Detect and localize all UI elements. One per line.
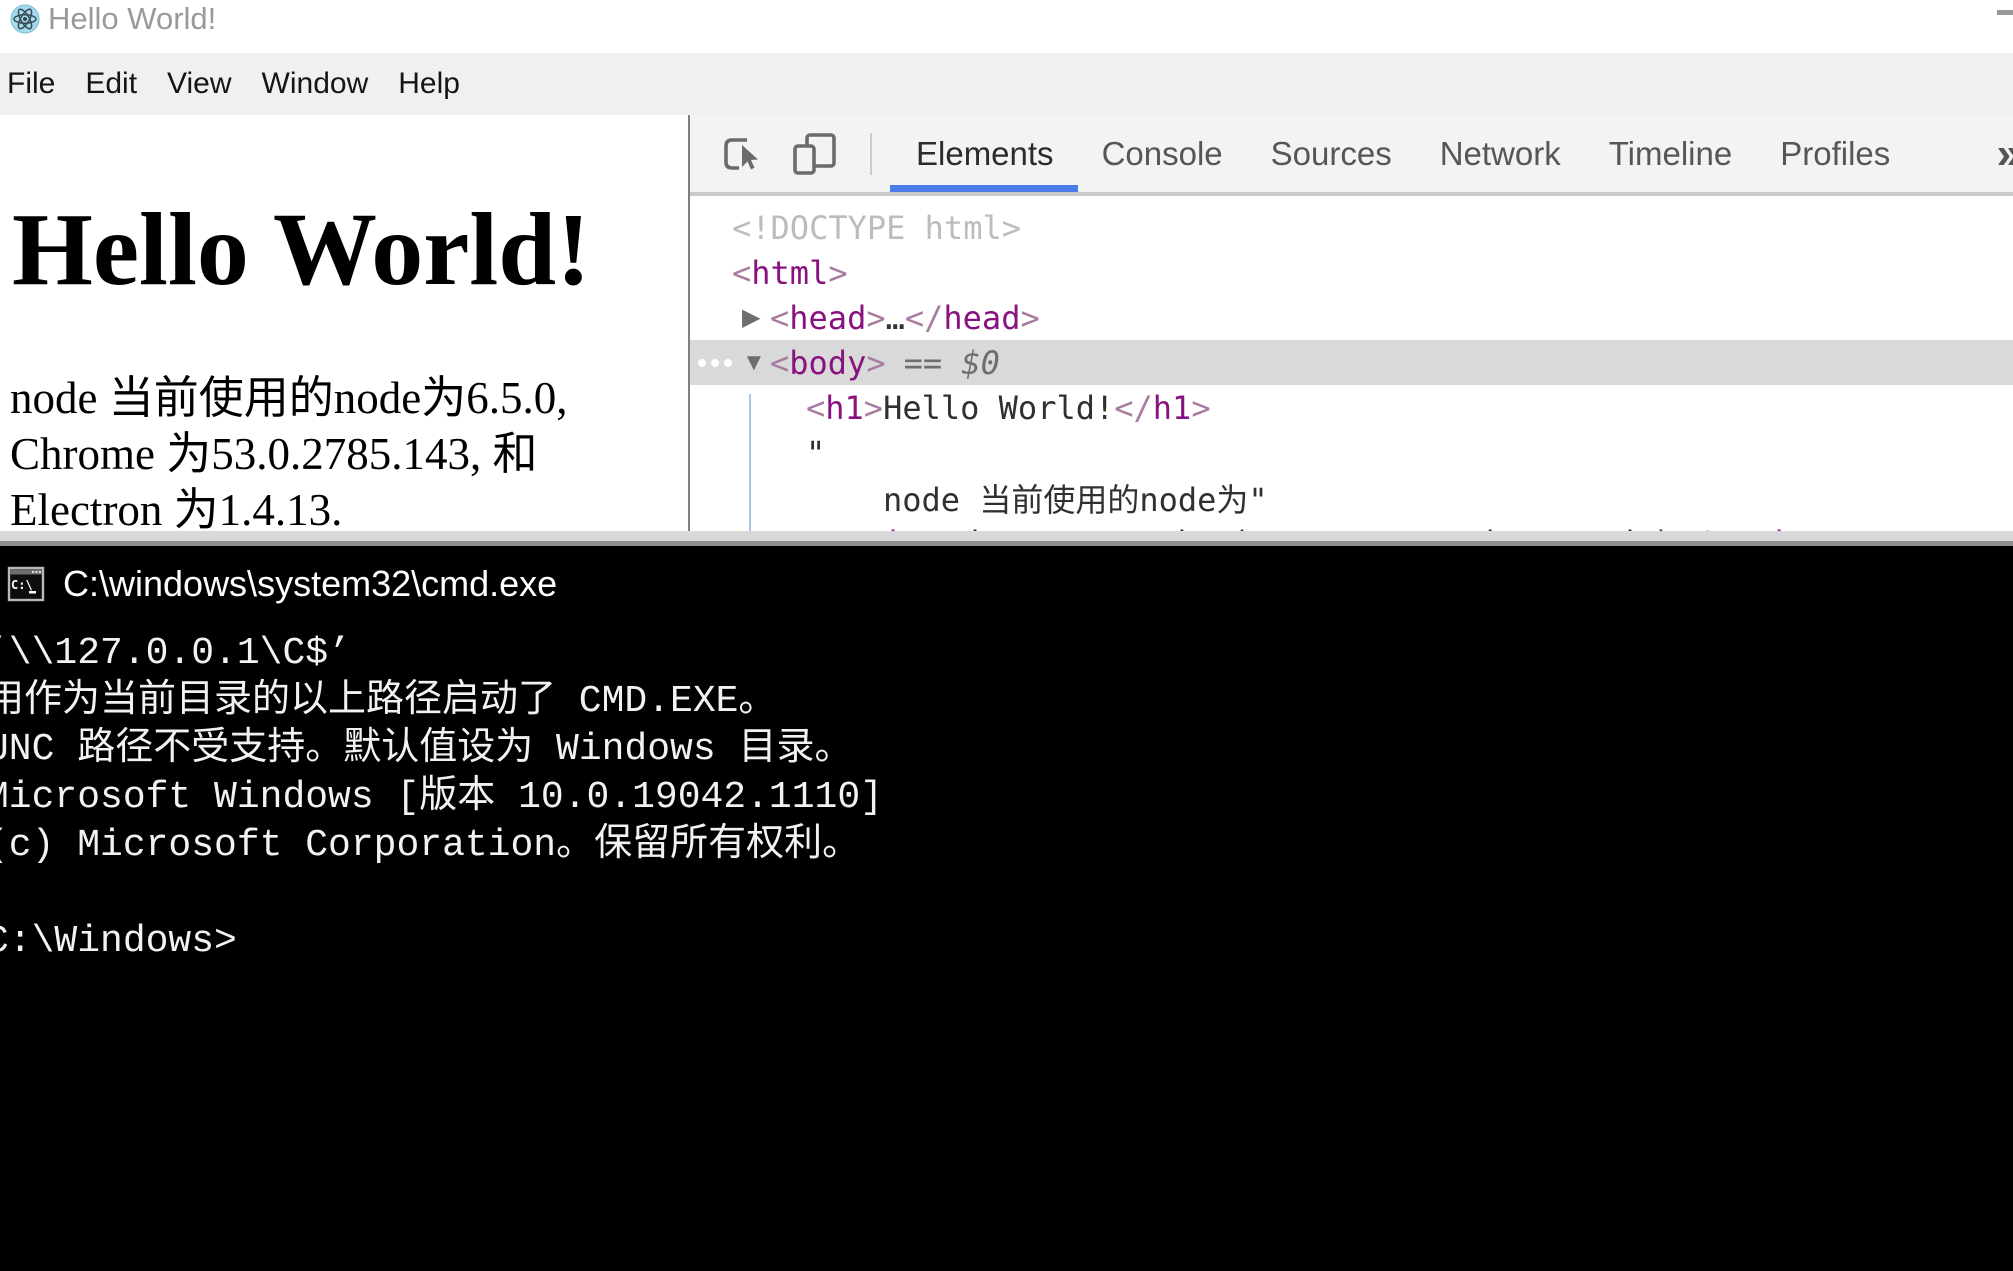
electron-logo-icon (10, 4, 40, 34)
bracket: > (866, 299, 885, 337)
page-heading: Hello World! (0, 115, 688, 304)
tree-row-html[interactable]: <html> (690, 250, 2013, 295)
terminal-line: UNC 路径不受支持。默认值设为 Windows 目录。 (0, 726, 2013, 774)
bracket: </ (1114, 389, 1153, 427)
menu-file[interactable]: File (7, 67, 55, 101)
tag-name: body (789, 344, 866, 382)
tab-network[interactable]: Network (1440, 115, 1561, 192)
menu-view[interactable]: View (167, 67, 231, 101)
inspect-element-button[interactable] (716, 130, 764, 178)
doctype-text: <!DOCTYPE html> (732, 209, 1021, 247)
tree-row-doctype[interactable]: <!DOCTYPE html> (690, 205, 2013, 250)
node-menu-dots-icon[interactable] (698, 359, 732, 367)
menubar: File Edit View Window Help (0, 53, 2013, 115)
tree-row-textnode-quote[interactable]: " (690, 430, 2013, 475)
window-title: Hello World! (48, 2, 216, 36)
tree-row-h1[interactable]: <h1>Hello World!</h1> (690, 385, 2013, 430)
terminal-line: ’\\127.0.0.1\C$’ (0, 630, 2013, 678)
collapse-arrow-icon[interactable]: ▼ (742, 349, 770, 377)
tabs-overflow-icon[interactable]: » (1997, 129, 2013, 179)
bracket: < (770, 344, 789, 382)
bracket: > (864, 389, 883, 427)
elements-tree: <!DOCTYPE html> <html> ▶<head>…</head> ▼… (690, 196, 2013, 546)
menu-help[interactable]: Help (398, 67, 460, 101)
bracket: > (1191, 389, 1210, 427)
window-titlebar: Hello World! (0, 0, 2013, 53)
tab-elements[interactable]: Elements (916, 115, 1054, 192)
cmd-app-icon: C:\ (7, 563, 45, 605)
devtools-panel: Elements Console Sources Network Timelin… (690, 115, 2013, 546)
bracket: < (770, 299, 789, 337)
devtools-toolbar: Elements Console Sources Network Timelin… (690, 115, 2013, 196)
tab-console[interactable]: Console (1102, 115, 1223, 192)
expand-arrow-icon[interactable]: ▶ (742, 303, 770, 332)
bracket: < (806, 389, 825, 427)
menu-edit[interactable]: Edit (85, 67, 137, 101)
tag-name: h1 (825, 389, 864, 427)
cmd-window-title: C:\windows\system32\cmd.exe (63, 563, 557, 605)
tag-name: h1 (1153, 389, 1192, 427)
tag-name: html (751, 254, 828, 292)
devtools-tabs: Elements Console Sources Network Timelin… (916, 115, 1890, 192)
tab-timeline[interactable]: Timeline (1609, 115, 1732, 192)
tree-row-body-selected[interactable]: ▼<body> == $0 (690, 340, 2013, 385)
terminal-line (0, 870, 2013, 918)
cmd-window-body: C:\ C:\windows\system32\cmd.exe ’\\127.0… (0, 546, 2013, 1271)
device-toolbar-icon (790, 131, 838, 177)
bracket: > (866, 344, 885, 382)
device-toolbar-button[interactable] (790, 130, 838, 178)
bracket: > (828, 254, 847, 292)
bracket: </ (905, 299, 944, 337)
tag-name: head (789, 299, 866, 337)
text-node-content: node 当前使用的node为" (883, 475, 1268, 521)
tree-row-head[interactable]: ▶<head>…</head> (690, 295, 2013, 340)
tab-sources[interactable]: Sources (1271, 115, 1392, 192)
minimize-button[interactable] (1997, 10, 2013, 15)
tab-profiles[interactable]: Profiles (1780, 115, 1890, 192)
terminal-line: Microsoft Windows [版本 10.0.19042.1110] (0, 774, 2013, 822)
bracket: > (1020, 299, 1039, 337)
tag-name: head (943, 299, 1020, 337)
cmd-window: C:\ C:\windows\system32\cmd.exe ’\\127.0… (0, 531, 2013, 1271)
toolbar-separator (870, 133, 872, 175)
collapsed-ellipsis: … (886, 299, 905, 337)
terminal-line: (c) Microsoft Corporation。保留所有权利。 (0, 822, 2013, 870)
terminal-output[interactable]: ’\\127.0.0.1\C$’ 用作为当前目录的以上路径启动了 CMD.EXE… (0, 630, 2013, 966)
svg-text:C:\: C:\ (11, 578, 33, 592)
terminal-line: 用作为当前目录的以上路径启动了 CMD.EXE。 (0, 678, 2013, 726)
text-node-quote: " (806, 434, 825, 472)
console-reference: == $0 (904, 344, 1000, 382)
element-text: Hello World! (883, 389, 1114, 427)
terminal-prompt-line[interactable]: C:\Windows> (0, 918, 2013, 966)
inspect-cursor-icon (718, 132, 762, 176)
menu-window[interactable]: Window (262, 67, 369, 101)
bracket: < (732, 254, 751, 292)
cmd-titlebar[interactable]: C:\ C:\windows\system32\cmd.exe (0, 546, 2013, 622)
tree-row-textnode[interactable]: node 当前使用的node为" (690, 475, 2013, 520)
cmd-window-border-light (0, 531, 2013, 541)
page-paragraph: node 当前使用的node为6.5.0, Chrome 为53.0.2785.… (10, 370, 660, 538)
screen: Hello World! File Edit View Window Help … (0, 0, 2013, 1271)
page-content-pane: Hello World! node 当前使用的node为6.5.0, Chrom… (0, 115, 688, 546)
